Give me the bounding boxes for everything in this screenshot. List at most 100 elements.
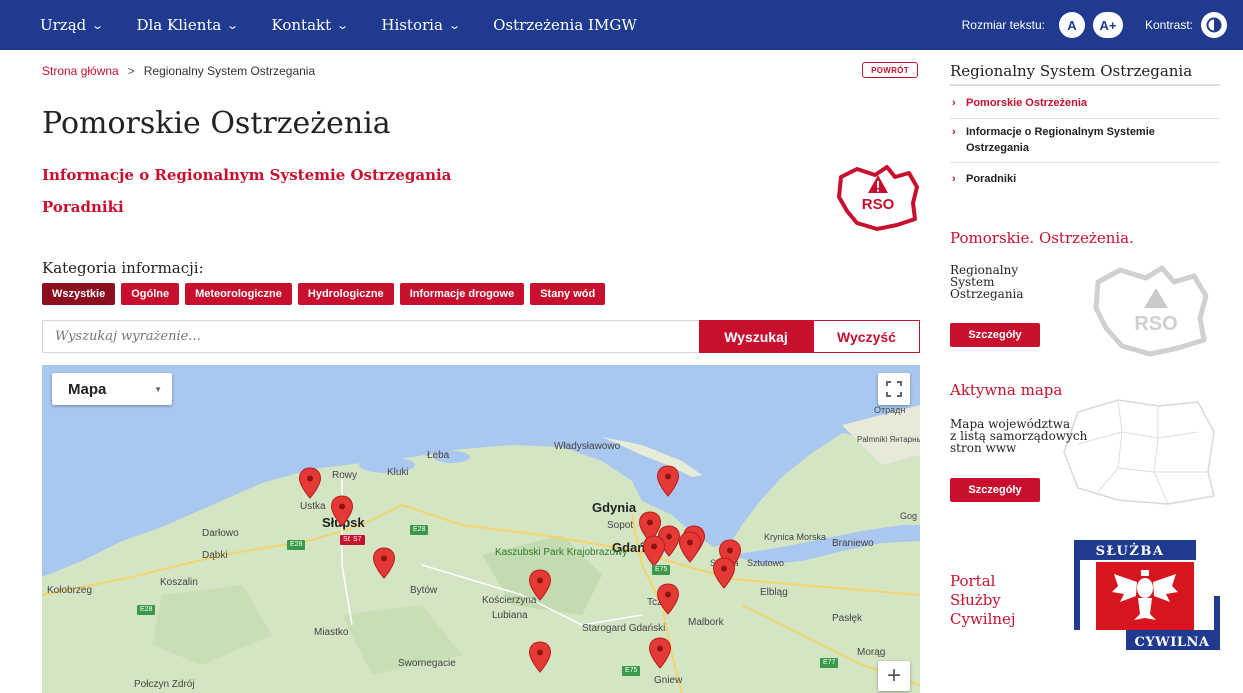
- sidebar-item-poradniki[interactable]: › Poradniki: [950, 171, 1220, 187]
- map-pin-icon[interactable]: [656, 583, 680, 615]
- search-input[interactable]: [43, 321, 699, 352]
- menu-item-label: Historia: [381, 16, 443, 34]
- map-label: Malbork: [688, 617, 724, 628]
- map-label: Braniewo: [832, 538, 874, 549]
- map-label: Kluki: [387, 467, 409, 478]
- map-label: Gog Гор: [900, 511, 920, 521]
- map-pin-icon[interactable]: [642, 535, 666, 567]
- clear-button[interactable]: Wyczyść: [813, 320, 920, 353]
- active-map-heading: Aktywna mapa: [950, 381, 1063, 399]
- warnings-map[interactable]: Władysławowo Łeba Rowy Kluki Ustka Słups…: [42, 365, 920, 693]
- menu-item-urzad[interactable]: Urząd ⌄: [40, 16, 104, 34]
- map-label: Elbląg: [760, 587, 788, 598]
- rso-logo-text: RSO: [862, 196, 895, 213]
- map-pin-icon[interactable]: [648, 637, 672, 669]
- chevron-down-icon: ⌄: [226, 18, 240, 32]
- portal-link-line: Cywilnej: [950, 610, 1016, 628]
- logo-top-text: SŁUŻBA: [1096, 543, 1165, 559]
- rso-watermark-text: RSO: [1134, 313, 1177, 335]
- map-pin-icon[interactable]: [298, 467, 322, 499]
- road-shield: E77: [820, 658, 839, 668]
- filter-hydrologiczne-button[interactable]: Hydrologiczne: [297, 283, 394, 305]
- map-label: Отрадн: [874, 405, 906, 415]
- road-shield: E28: [410, 525, 429, 535]
- road-shield: E75: [652, 565, 671, 575]
- menu-item-ostrzezenia-imgw[interactable]: Ostrzeżenia IMGW: [493, 16, 637, 34]
- map-label: Starogard Gdański: [582, 623, 666, 634]
- map-pin-icon[interactable]: [656, 465, 680, 497]
- active-map-text: Mapa województwa z listą samorządowych s…: [950, 418, 1087, 454]
- menu-item-historia[interactable]: Historia ⌄: [381, 16, 461, 34]
- sidebar-item-label: Informacje o Regionalnym Systemie Ostrze…: [966, 126, 1155, 154]
- search-button[interactable]: Wyszukaj: [699, 320, 813, 353]
- map-label: Sopot: [607, 520, 634, 531]
- filter-informacje-drogowe-button[interactable]: Informacje drogowe: [399, 283, 525, 305]
- map-type-select[interactable]: Mapa ▼: [52, 373, 172, 405]
- dropdown-arrow-icon: ▼: [154, 385, 162, 394]
- chevron-right-icon: ›: [952, 173, 956, 185]
- zoom-in-button[interactable]: +: [878, 661, 910, 691]
- civil-service-portal-link[interactable]: Portal Służby Cywilnej: [950, 572, 1016, 629]
- back-button[interactable]: POWRÓT: [862, 62, 918, 78]
- guides-link[interactable]: Poradniki: [42, 198, 124, 216]
- info-link[interactable]: Informacje o Regionalnym Systemie Ostrze…: [42, 166, 451, 184]
- breadcrumb-home-link[interactable]: Strona główna: [42, 64, 119, 78]
- sidebar-item-pomorskie-ostrzezenia[interactable]: › Pomorskie Ostrzeżenia: [950, 95, 1220, 111]
- map-pin-icon[interactable]: [528, 641, 552, 673]
- menu-item-label: Dla Klienta: [136, 16, 222, 34]
- map-type-value: Mapa: [68, 380, 107, 398]
- map-label: Władysławowo: [554, 441, 621, 452]
- sidebar-title: Regionalny System Ostrzegania: [950, 62, 1193, 80]
- menu-item-kontakt[interactable]: Kontakt ⌄: [271, 16, 350, 34]
- chevron-right-icon: ›: [952, 126, 956, 138]
- search-bar: Wyszukaj Wyczyść: [42, 320, 920, 353]
- filter-stany-wod-button[interactable]: Stany wód: [530, 283, 606, 305]
- active-map-details-button[interactable]: Szczegóły: [950, 478, 1040, 502]
- map-label: Swornegacie: [398, 658, 456, 669]
- rso-watermark-logo: RSO: [1093, 265, 1209, 357]
- map-label: Łeba: [427, 450, 450, 461]
- map-label: Sztutowo: [747, 558, 785, 568]
- map-label: Miastko: [314, 627, 349, 638]
- sidebar-separator: [950, 162, 1220, 163]
- main-menu: Urząd ⌄ Dla Klienta ⌄ Kontakt ⌄ Historia ⌄ O…: [40, 0, 671, 50]
- map-label: Kołobrzeg: [47, 585, 93, 596]
- map-pin-icon[interactable]: [712, 557, 736, 589]
- map-label: Rowy: [332, 470, 358, 481]
- fullscreen-button[interactable]: [878, 373, 910, 405]
- chevron-right-icon: ›: [952, 97, 956, 109]
- map-pin-icon[interactable]: [678, 531, 702, 563]
- rso-details-button[interactable]: Szczegóły: [950, 323, 1040, 347]
- map-label: Koszalin: [160, 577, 198, 588]
- map-pin-icon[interactable]: [528, 569, 552, 601]
- map-label: Palmniki Янтарный: [857, 435, 920, 444]
- sidebar-item-label: Pomorskie Ostrzeżenia: [966, 97, 1088, 109]
- sidebar-separator: [950, 118, 1220, 119]
- breadcrumb: Strona główna > Regionalny System Ostrzega…: [42, 64, 315, 78]
- category-filters: Wszystkie Ogólne Meteorologiczne Hydrolo…: [42, 283, 606, 305]
- road-shield: E28: [287, 540, 306, 550]
- filter-wszystkie-button[interactable]: Wszystkie: [42, 283, 116, 305]
- active-map-text-line: stron www: [950, 441, 1017, 455]
- civil-service-logo[interactable]: SŁUŻBA CYWILNA: [1074, 540, 1220, 650]
- rso-box-heading: Pomorskie. Ostrzeżenia.: [950, 229, 1134, 247]
- menu-item-label: Kontakt: [271, 16, 332, 34]
- portal-link-line: Portal: [950, 572, 996, 590]
- sidebar-item-informacje[interactable]: › Informacje o Regionalnym Systemie Ostrz…: [950, 124, 1220, 156]
- fullscreen-icon: [886, 381, 902, 397]
- portal-link-line: Służby: [950, 591, 1001, 609]
- filter-meteorologiczne-button[interactable]: Meteorologiczne: [185, 283, 292, 305]
- sidebar: Regionalny System Ostrzegania › Pomorskie…: [950, 0, 1220, 693]
- map-pin-icon[interactable]: [372, 547, 396, 579]
- chevron-down-icon: ⌄: [336, 18, 350, 32]
- category-label: Kategoria informacji:: [42, 259, 204, 277]
- menu-item-dla-klienta[interactable]: Dla Klienta ⌄: [136, 16, 240, 34]
- map-label: Gniew: [654, 675, 683, 686]
- map-label: Pasłęk: [832, 613, 863, 624]
- map-label: Dąbki: [202, 550, 228, 561]
- road-shield: S7: [350, 535, 365, 545]
- map-label: Darłowo: [202, 528, 239, 539]
- filter-ogolne-button[interactable]: Ogólne: [121, 283, 180, 305]
- map-pin-icon[interactable]: [330, 495, 354, 527]
- rso-logo: RSO: [837, 165, 919, 231]
